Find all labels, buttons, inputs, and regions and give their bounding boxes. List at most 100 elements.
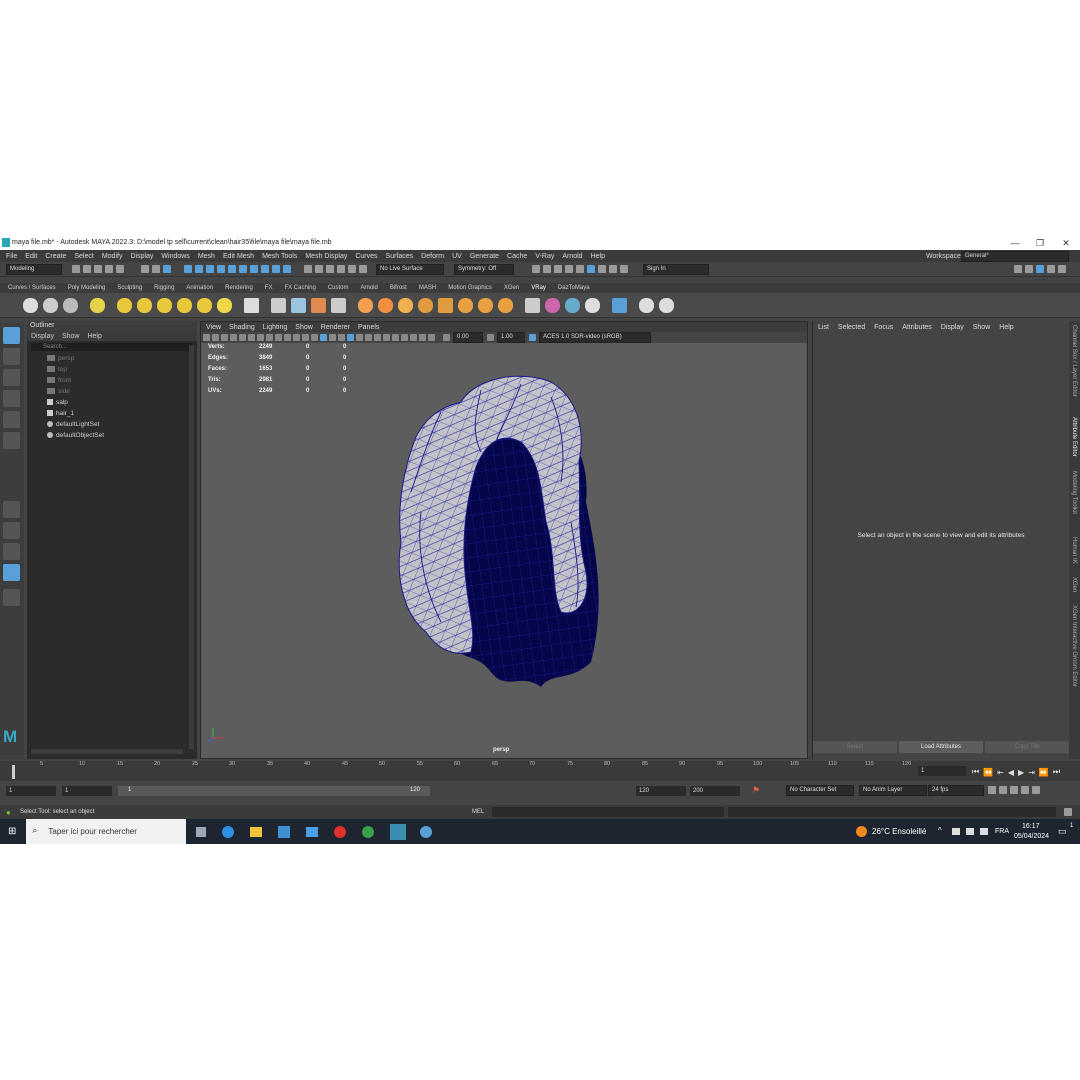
script-editor-icon[interactable] <box>1064 808 1072 816</box>
select-object-icon[interactable] <box>152 265 160 273</box>
screen-space-ao-icon[interactable] <box>374 334 381 341</box>
shelf-tab-sculpting[interactable]: Sculpting <box>117 285 142 291</box>
rotate-tool-icon[interactable] <box>3 411 20 428</box>
default-material-icon[interactable] <box>338 334 345 341</box>
viewport-menu-panels[interactable]: Panels <box>358 324 379 331</box>
outliner-search-input[interactable]: Search... <box>31 343 193 351</box>
start-time-field[interactable]: 1 <box>6 786 56 796</box>
color-space-dropdown[interactable]: ACES 1.0 SDR-video (sRGB) <box>539 332 651 343</box>
menu-help[interactable]: Help <box>591 253 605 260</box>
four-view-layout-icon[interactable] <box>3 522 20 539</box>
shelf-tab-arnold[interactable]: Arnold <box>361 285 378 291</box>
select-component-icon[interactable] <box>163 265 171 273</box>
xray-joints-icon[interactable] <box>419 334 426 341</box>
shelf-tab-xgen[interactable]: XGen <box>504 285 519 291</box>
vray-rect-light-icon[interactable] <box>137 297 152 313</box>
shelf-tab-fx-caching[interactable]: FX Caching <box>284 285 315 291</box>
chevron-up-icon[interactable]: ^ <box>938 826 942 835</box>
character-set-dropdown[interactable]: No Character Set <box>786 785 854 796</box>
mask-misc-icon[interactable] <box>283 265 291 273</box>
viewport-menu-lighting[interactable]: Lighting <box>263 324 288 331</box>
anti-aliasing-icon[interactable] <box>392 334 399 341</box>
zoom-search-icon[interactable] <box>3 589 20 606</box>
toggle-attribute-editor-icon[interactable] <box>1036 265 1044 273</box>
hair-mesh[interactable] <box>381 372 621 702</box>
snap-curve-icon[interactable] <box>315 265 323 273</box>
viewport-menu-shading[interactable]: Shading <box>229 324 255 331</box>
ae-menu-help[interactable]: Help <box>999 324 1013 331</box>
menu-create[interactable]: Create <box>45 253 66 260</box>
snap-surface-icon[interactable] <box>348 265 356 273</box>
open-scene-icon[interactable] <box>83 265 91 273</box>
menu-select[interactable]: Select <box>74 253 93 260</box>
undo-icon[interactable] <box>105 265 113 273</box>
wireframe-on-shaded-icon[interactable] <box>320 334 327 341</box>
shelf-tab-bifrost[interactable]: Bifrost <box>390 285 407 291</box>
outliner-item-salp[interactable]: salp <box>47 398 68 408</box>
safe-action-icon[interactable] <box>284 334 291 341</box>
taskbar-search-box[interactable]: ⌕ Taper ici pour rechercher <box>26 819 187 844</box>
weather-text[interactable]: 26°C Ensoleillé <box>872 827 926 836</box>
move-tool-icon[interactable] <box>3 390 20 407</box>
vray-plant-icon[interactable] <box>398 297 413 313</box>
outliner-layout-icon[interactable] <box>3 564 20 581</box>
vray-fur-icon[interactable] <box>311 297 326 313</box>
motion-blur-icon[interactable] <box>383 334 390 341</box>
ae-menu-attributes[interactable]: Attributes <box>902 324 932 331</box>
viewport-menu-show[interactable]: Show <box>295 324 313 331</box>
windows-start-icon[interactable]: ⊞ <box>8 826 16 837</box>
file-explorer-icon[interactable] <box>250 826 263 837</box>
vray-info-icon[interactable] <box>639 297 654 313</box>
vray-render-shelf-icon[interactable] <box>23 297 38 313</box>
ipr-render-icon[interactable] <box>554 265 562 273</box>
anim-layer-dropdown[interactable]: No Anim Layer <box>859 785 927 796</box>
outliner-horizontal-scrollbar[interactable] <box>31 749 183 754</box>
depth-of-field-icon[interactable] <box>401 334 408 341</box>
pause-icon[interactable] <box>620 265 628 273</box>
select-tool-icon[interactable] <box>3 327 20 344</box>
menu-arnold[interactable]: Arnold <box>562 253 582 260</box>
command-line-input[interactable] <box>492 807 724 817</box>
single-perspective-layout-icon[interactable] <box>3 501 20 518</box>
shelf-tab-motion-graphics[interactable]: Motion Graphics <box>448 285 492 291</box>
fps-dropdown[interactable]: 24 fps <box>928 785 984 796</box>
playback-options-icon[interactable] <box>1021 786 1029 794</box>
mail-icon[interactable] <box>306 826 319 837</box>
menu-file[interactable]: File <box>6 253 17 260</box>
vray-color-icon[interactable] <box>545 297 560 313</box>
playback-start-field[interactable]: 1 <box>62 786 112 796</box>
xray-icon[interactable] <box>329 334 336 341</box>
menu-deform[interactable]: Deform <box>421 253 444 260</box>
field-chart-icon[interactable] <box>275 334 282 341</box>
camera-attributes-icon[interactable] <box>212 334 219 341</box>
grid-toggle-icon[interactable] <box>239 334 246 341</box>
outliner-menu-display[interactable]: Display <box>31 333 54 340</box>
mask-vertex-icon[interactable] <box>184 265 192 273</box>
menu-surfaces[interactable]: Surfaces <box>386 253 414 260</box>
new-scene-icon[interactable] <box>72 265 80 273</box>
shelf-tab-rendering[interactable]: Rendering <box>225 285 253 291</box>
vray-dome-light-icon[interactable] <box>117 297 132 313</box>
vray-mesh-light-icon[interactable] <box>177 297 192 313</box>
menu-curves[interactable]: Curves <box>355 253 377 260</box>
outliner-item-default-light-set[interactable]: defaultLightSet <box>47 420 99 430</box>
shelf-tab-daztomaya[interactable]: DazToMaya <box>558 285 590 291</box>
menu-mesh-display[interactable]: Mesh Display <box>305 253 347 260</box>
outliner-vertical-scrollbar[interactable] <box>189 345 194 749</box>
wireframe-icon[interactable] <box>302 334 309 341</box>
outliner-menu-show[interactable]: Show <box>62 333 80 340</box>
snap-grid-icon[interactable] <box>304 265 312 273</box>
smooth-shade-icon[interactable] <box>311 334 318 341</box>
gamma-field[interactable]: 1.00 <box>497 332 525 343</box>
toggle-tool-settings-icon[interactable] <box>1047 265 1055 273</box>
vray-decal-icon[interactable] <box>418 297 433 313</box>
maya-taskbar-icon[interactable] <box>390 823 407 840</box>
ae-menu-show[interactable]: Show <box>973 324 991 331</box>
mask-edge-icon[interactable] <box>195 265 203 273</box>
resolution-gate-icon[interactable] <box>257 334 264 341</box>
gate-mask-icon[interactable] <box>266 334 273 341</box>
bookmark-icon[interactable] <box>221 334 228 341</box>
side-tab-human-ik[interactable]: Human IK <box>1071 537 1077 564</box>
vray-vfb-icon[interactable] <box>63 297 78 313</box>
ae-menu-display[interactable]: Display <box>941 324 964 331</box>
